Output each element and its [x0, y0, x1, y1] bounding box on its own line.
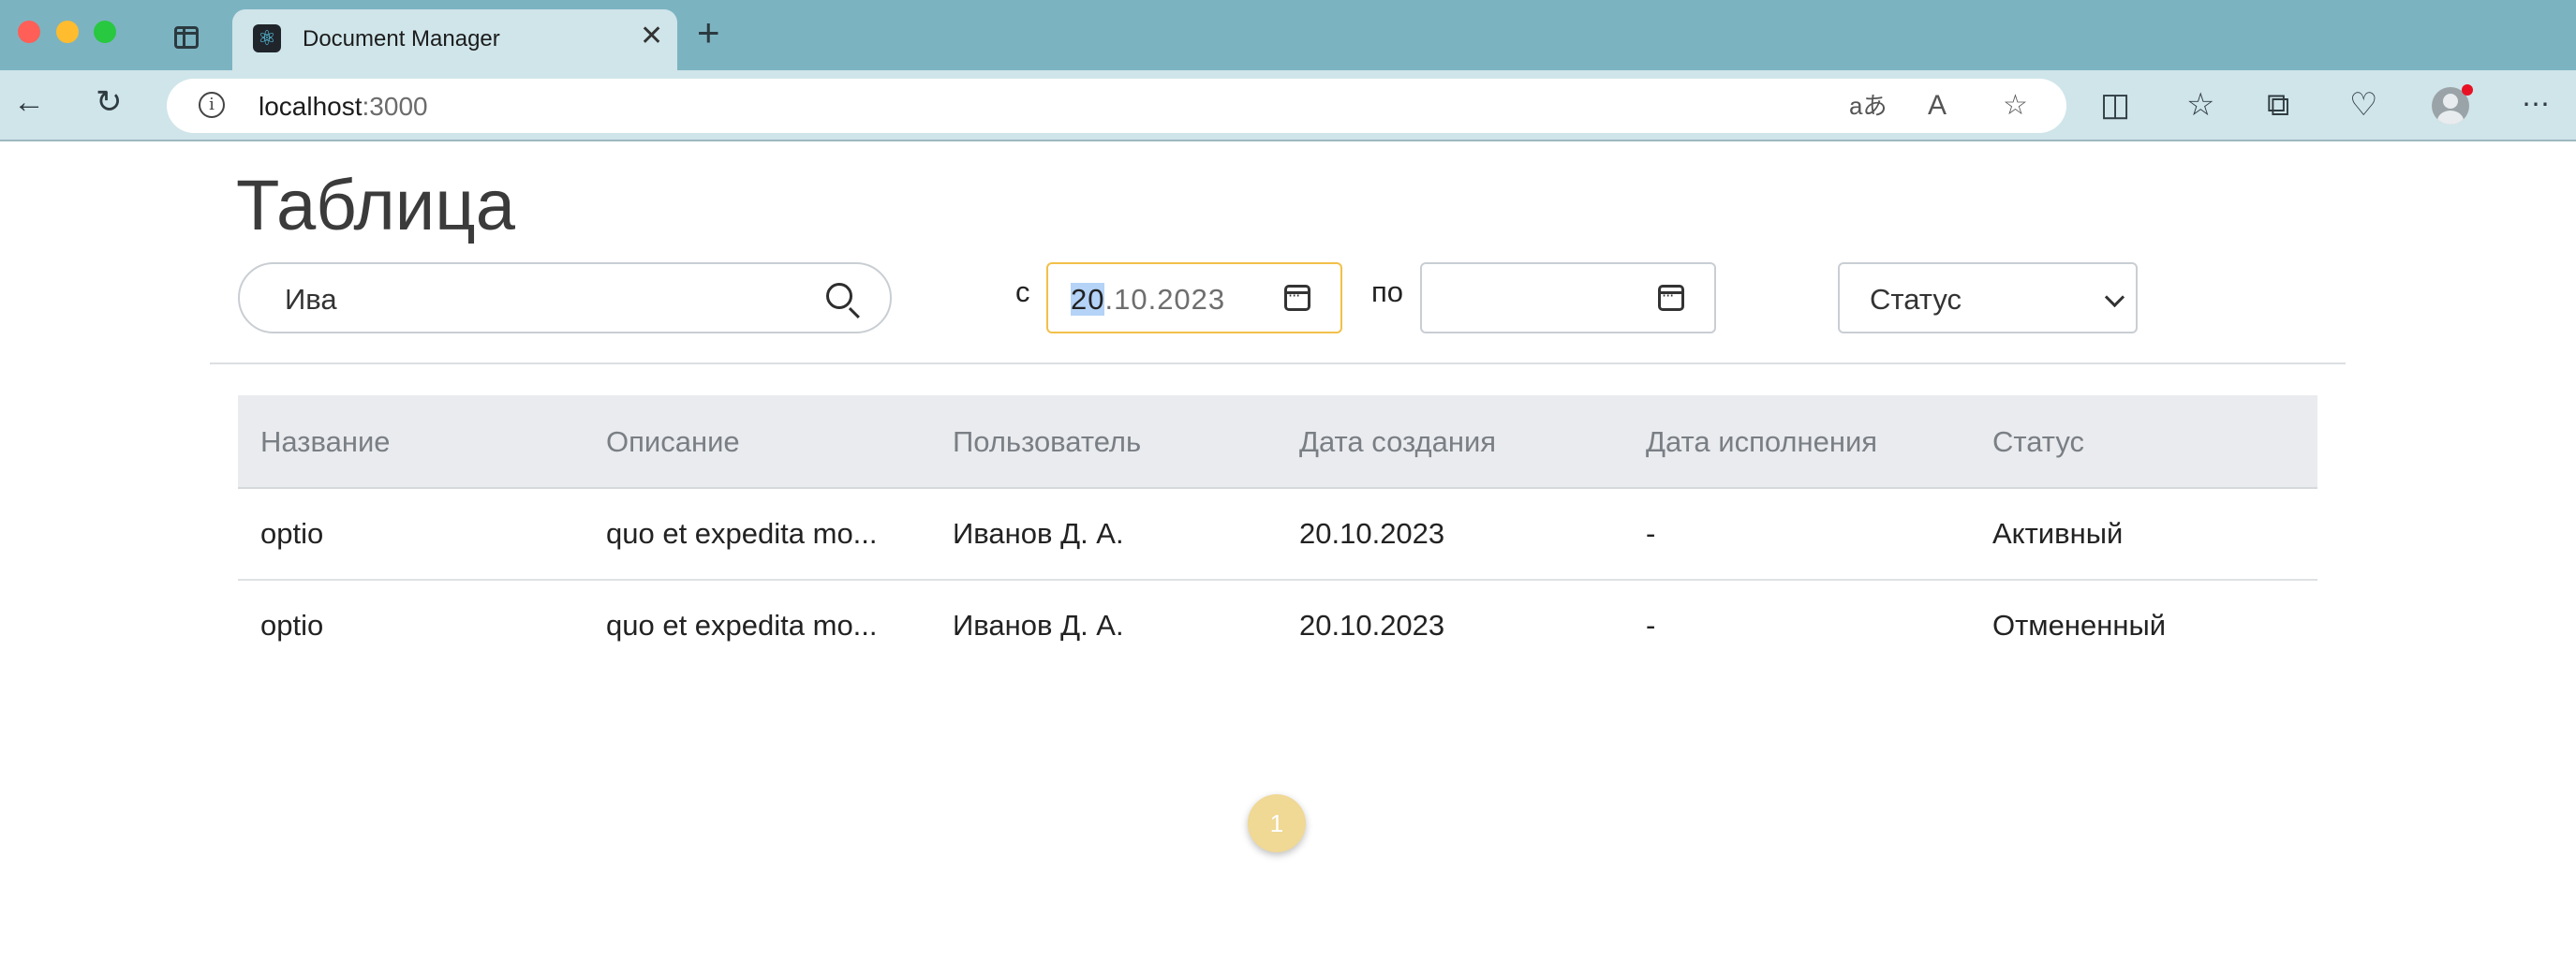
- browser-essentials-icon[interactable]: ♡: [2349, 86, 2377, 124]
- cell-created-date: 20.10.2023: [1299, 517, 1445, 550]
- table-row[interactable]: optio quo et expedita mo... Иванов Д. А.…: [238, 581, 2317, 673]
- split-screen-icon[interactable]: ◫: [2100, 86, 2130, 124]
- column-header-due-date[interactable]: Дата исполнения: [1646, 425, 1877, 459]
- cell-due-date: -: [1646, 609, 1656, 642]
- table-header: Название Описание Пользователь Дата созд…: [238, 395, 2317, 489]
- more-menu-icon[interactable]: ⋯: [2522, 86, 2550, 124]
- cell-description: quo et expedita mo...: [606, 517, 878, 550]
- search-icon[interactable]: [826, 283, 852, 309]
- cell-user: Иванов Д. А.: [953, 609, 1124, 642]
- favorites-list-icon[interactable]: ☆: [2186, 86, 2214, 124]
- browser-tab[interactable]: ⚛ Document Manager ✕: [232, 9, 677, 70]
- column-header-name[interactable]: Название: [260, 425, 391, 459]
- tab-title: Document Manager: [303, 26, 500, 52]
- minimize-window-button[interactable]: [56, 21, 79, 43]
- calendar-icon[interactable]: [1284, 285, 1310, 311]
- date-to-label: по: [1371, 275, 1404, 308]
- table-row[interactable]: optio quo et expedita mo... Иванов Д. А.…: [238, 489, 2317, 581]
- documents-table: Название Описание Пользователь Дата созд…: [238, 395, 2317, 673]
- read-aloud-icon[interactable]: A: [1928, 90, 1947, 122]
- react-favicon-icon: ⚛: [253, 24, 281, 52]
- divider: [210, 362, 2346, 364]
- address-url[interactable]: localhost:3000: [259, 92, 428, 122]
- tab-close-icon[interactable]: ✕: [640, 22, 663, 51]
- cell-name: optio: [260, 609, 324, 642]
- chevron-down-icon: [2104, 287, 2125, 308]
- column-header-user[interactable]: Пользователь: [953, 425, 1141, 459]
- date-from-value: 20.10.2023: [1071, 283, 1226, 316]
- sidebar-tabs-icon[interactable]: [174, 26, 199, 49]
- address-bar[interactable]: i localhost:3000 aあ A ☆: [167, 79, 2066, 133]
- column-header-created-date[interactable]: Дата создания: [1299, 425, 1496, 459]
- translate-icon[interactable]: aあ: [1849, 90, 1887, 122]
- close-window-button[interactable]: [18, 21, 40, 43]
- cell-status: Активный: [1992, 517, 2124, 550]
- site-info-icon[interactable]: i: [199, 92, 225, 118]
- maximize-window-button[interactable]: [94, 21, 116, 43]
- cell-created-date: 20.10.2023: [1299, 609, 1445, 642]
- collections-icon[interactable]: ⧉: [2267, 86, 2289, 124]
- pagination-page-button[interactable]: 1: [1248, 794, 1306, 852]
- date-from-label: с: [1015, 275, 1030, 308]
- page-title: Таблица: [236, 166, 515, 245]
- cell-name: optio: [260, 517, 324, 550]
- cell-user: Иванов Д. А.: [953, 517, 1124, 550]
- reload-icon[interactable]: ↻: [96, 83, 123, 121]
- browser-tab-bar: ⚛ Document Manager ✕ +: [0, 0, 2576, 70]
- favorite-star-icon[interactable]: ☆: [2003, 90, 2028, 122]
- date-to-input[interactable]: [1420, 262, 1716, 333]
- calendar-icon[interactable]: [1658, 285, 1684, 311]
- notification-dot: [2462, 84, 2473, 96]
- status-select[interactable]: Статус: [1838, 262, 2138, 333]
- search-box[interactable]: [238, 262, 892, 333]
- new-tab-button[interactable]: +: [697, 13, 720, 52]
- cell-status: Отмененный: [1992, 609, 2167, 642]
- column-header-status[interactable]: Статус: [1992, 425, 2084, 459]
- search-input[interactable]: [285, 283, 809, 317]
- cell-description: quo et expedita mo...: [606, 609, 878, 642]
- column-header-description[interactable]: Описание: [606, 425, 740, 459]
- back-icon[interactable]: ←: [13, 83, 45, 121]
- status-select-value: Статус: [1870, 283, 1962, 316]
- cell-due-date: -: [1646, 517, 1656, 550]
- date-from-input[interactable]: 20.10.2023: [1046, 262, 1342, 333]
